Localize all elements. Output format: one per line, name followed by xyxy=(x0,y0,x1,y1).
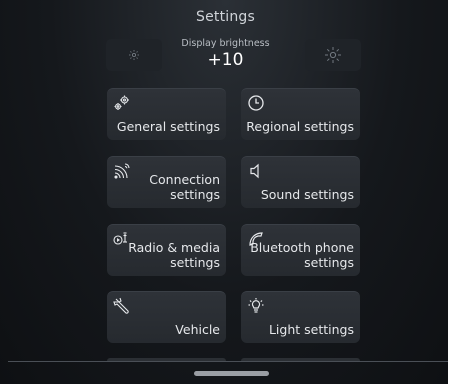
tile-connection-settings[interactable]: Connection settings xyxy=(107,156,226,208)
divider xyxy=(8,361,448,362)
tile-regional-settings[interactable]: Regional settings xyxy=(241,88,360,140)
tile-label: Radio & media settings xyxy=(128,240,220,270)
wrench-icon xyxy=(113,297,131,315)
tile-label: Connection settings xyxy=(149,172,220,202)
tile-label: Bluetooth phone settings xyxy=(250,240,354,270)
clock-icon xyxy=(247,94,265,112)
tile-label: Vehicle xyxy=(175,322,220,337)
brightness-label: Display brightness xyxy=(181,38,270,49)
tile-bluetooth-phone-settings[interactable]: Bluetooth phone settings xyxy=(241,224,360,276)
gears-icon xyxy=(113,94,131,112)
speaker-icon xyxy=(247,162,265,180)
brightness-increase-button[interactable] xyxy=(305,39,361,71)
page-title: Settings xyxy=(195,9,256,25)
home-indicator[interactable] xyxy=(194,371,269,376)
tile-vehicle[interactable]: Vehicle xyxy=(107,291,226,343)
sun-bright-icon xyxy=(324,46,342,64)
settings-screen: Settings Display brightness +10 General … xyxy=(0,0,451,384)
brightness-value: +10 xyxy=(207,50,244,70)
light-bulb-icon xyxy=(247,297,265,315)
tile-label: General settings xyxy=(116,119,220,134)
tile-light-settings[interactable]: Light settings xyxy=(241,291,360,343)
signal-waves-icon xyxy=(113,162,131,180)
tile-label: Sound settings xyxy=(260,187,354,202)
tile-general-settings[interactable]: General settings xyxy=(107,88,226,140)
tile-label: Light settings xyxy=(268,322,354,337)
tile-label: Regional settings xyxy=(246,119,354,134)
tile-radio-media-settings[interactable]: Radio & media settings xyxy=(107,224,226,276)
tile-sound-settings[interactable]: Sound settings xyxy=(241,156,360,208)
